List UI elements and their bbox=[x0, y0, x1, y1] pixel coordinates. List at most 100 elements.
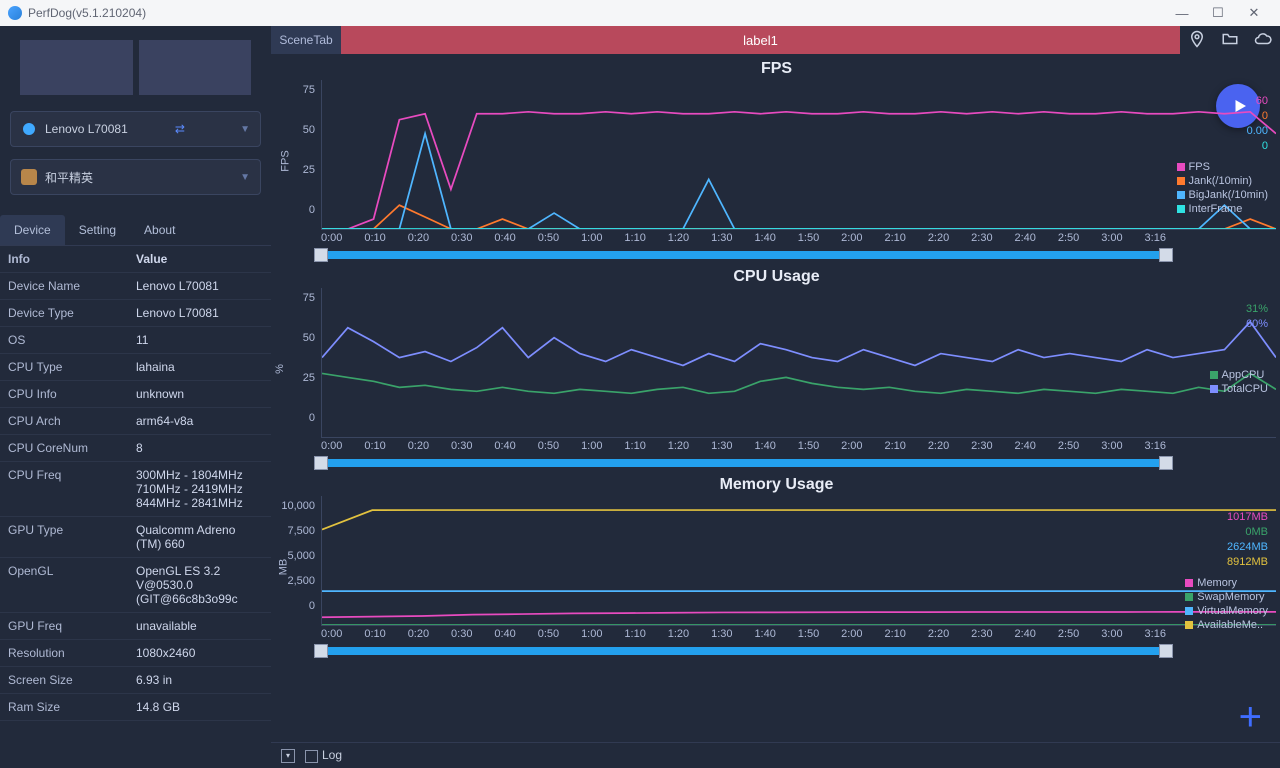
info-value: 8 bbox=[136, 441, 263, 455]
info-key: Device Type bbox=[8, 306, 136, 320]
info-value: Qualcomm Adreno (TM) 660 bbox=[136, 523, 263, 551]
table-row: CPU Typelahaina bbox=[0, 354, 271, 381]
folder-icon[interactable] bbox=[1221, 30, 1239, 51]
info-value: 6.93 in bbox=[136, 673, 263, 687]
cloud-icon[interactable] bbox=[1254, 30, 1272, 51]
chart-legend: MemorySwapMemoryVirtualMemoryAvailableMe… bbox=[1185, 576, 1268, 632]
slider-handle-left[interactable] bbox=[314, 644, 328, 658]
table-row: GPU Frequnavailable bbox=[0, 613, 271, 640]
table-row: CPU Archarm64-v8a bbox=[0, 408, 271, 435]
time-range-slider[interactable] bbox=[321, 456, 1166, 470]
info-value: 300MHz - 1804MHz 710MHz - 2419MHz 844MHz… bbox=[136, 468, 263, 510]
info-key: CPU Info bbox=[8, 387, 136, 401]
slider-handle-right[interactable] bbox=[1159, 248, 1173, 262]
footer-bar: ▾ Log bbox=[271, 742, 1280, 768]
info-key: OS bbox=[8, 333, 136, 347]
plot-area[interactable] bbox=[321, 80, 1276, 230]
main-tabbar: SceneTab label1 bbox=[271, 26, 1280, 54]
table-row: Device TypeLenovo L70081 bbox=[0, 300, 271, 327]
app-logo-icon bbox=[8, 6, 22, 20]
y-axis-label: FPS bbox=[280, 150, 292, 171]
add-chart-button[interactable]: + bbox=[1239, 695, 1262, 740]
chart-current-values: 1017MB0MB2624MB8912MB bbox=[1227, 510, 1268, 570]
device-dropdown-label: Lenovo L70081 bbox=[45, 122, 128, 136]
info-key: Screen Size bbox=[8, 673, 136, 687]
slider-handle-left[interactable] bbox=[314, 456, 328, 470]
x-axis-ticks: 0:000:100:200:300:400:501:001:101:201:30… bbox=[277, 230, 1276, 248]
tab-setting[interactable]: Setting bbox=[65, 215, 130, 245]
table-row: Resolution1080x2460 bbox=[0, 640, 271, 667]
tab-device[interactable]: Device bbox=[0, 215, 65, 245]
device-info-table[interactable]: Info Value Device NameLenovo L70081Devic… bbox=[0, 246, 271, 768]
plot-area[interactable] bbox=[321, 496, 1276, 626]
chart-legend: FPSJank(/10min)BigJank(/10min)InterFrame bbox=[1177, 160, 1268, 216]
table-row: OpenGLOpenGL ES 3.2 V@0530.0 (GIT@66c8b3… bbox=[0, 558, 271, 613]
footer-menu-icon[interactable]: ▾ bbox=[281, 749, 295, 763]
info-key: CPU Freq bbox=[8, 468, 136, 510]
table-row: CPU CoreNum8 bbox=[0, 435, 271, 462]
table-header: Info Value bbox=[0, 246, 271, 273]
slider-handle-right[interactable] bbox=[1159, 644, 1173, 658]
chevron-down-icon: ▼ bbox=[240, 172, 250, 183]
wifi-icon: ⇄ bbox=[175, 122, 185, 136]
info-key: OpenGL bbox=[8, 564, 136, 606]
chart-memory-usage: Memory Usage MB 10,0007,5005,0002,5000 1… bbox=[277, 476, 1276, 658]
location-icon[interactable] bbox=[1188, 30, 1206, 51]
tab-about[interactable]: About bbox=[130, 215, 189, 245]
info-value: 11 bbox=[136, 333, 263, 347]
close-button[interactable]: ✕ bbox=[1236, 5, 1272, 21]
info-value: Lenovo L70081 bbox=[136, 279, 263, 293]
sidebar-thumb-header bbox=[20, 40, 251, 95]
chart-title: Memory Usage bbox=[277, 476, 1276, 494]
main-panel: SceneTab label1 FPS FPS 7550250 6000.000… bbox=[271, 26, 1280, 768]
chart-current-values: 31%60% bbox=[1246, 302, 1268, 332]
table-row: GPU TypeQualcomm Adreno (TM) 660 bbox=[0, 517, 271, 558]
minimize-button[interactable]: — bbox=[1164, 6, 1200, 21]
y-axis-label: MB bbox=[277, 559, 289, 576]
chart-title: FPS bbox=[277, 60, 1276, 78]
scene-tab[interactable]: SceneTab bbox=[271, 26, 341, 54]
info-value: unknown bbox=[136, 387, 263, 401]
label-bar[interactable]: label1 bbox=[341, 26, 1180, 54]
chevron-down-icon: ▼ bbox=[240, 124, 250, 135]
slider-handle-left[interactable] bbox=[314, 248, 328, 262]
info-key: Resolution bbox=[8, 646, 136, 660]
info-value: lahaina bbox=[136, 360, 263, 374]
table-row: Device NameLenovo L70081 bbox=[0, 273, 271, 300]
sidebar: Lenovo L70081 ⇄ ▼ 和平精英 ▼ Device Setting … bbox=[0, 26, 271, 768]
chart-cpu-usage: CPU Usage % 7550250 31%60% AppCPUTotalCP… bbox=[277, 268, 1276, 470]
info-value: Lenovo L70081 bbox=[136, 306, 263, 320]
info-key: CPU CoreNum bbox=[8, 441, 136, 455]
info-value: 14.8 GB bbox=[136, 700, 263, 714]
time-range-slider[interactable] bbox=[321, 248, 1166, 262]
info-key: Device Name bbox=[8, 279, 136, 293]
window-title: PerfDog(v5.1.210204) bbox=[28, 6, 146, 20]
info-key: GPU Type bbox=[8, 523, 136, 551]
app-icon bbox=[21, 169, 37, 185]
app-dropdown[interactable]: 和平精英 ▼ bbox=[10, 159, 261, 195]
chart-fps: FPS FPS 7550250 6000.000 FPSJank(/10min)… bbox=[277, 60, 1276, 262]
x-axis-ticks: 0:000:100:200:300:400:501:001:101:201:30… bbox=[277, 626, 1276, 644]
slider-handle-right[interactable] bbox=[1159, 456, 1173, 470]
x-axis-ticks: 0:000:100:200:300:400:501:001:101:201:30… bbox=[277, 438, 1276, 456]
table-row: CPU Infounknown bbox=[0, 381, 271, 408]
maximize-button[interactable]: ☐ bbox=[1200, 5, 1236, 21]
info-value: unavailable bbox=[136, 619, 263, 633]
info-key: GPU Freq bbox=[8, 619, 136, 633]
titlebar: PerfDog(v5.1.210204) — ☐ ✕ bbox=[0, 0, 1280, 26]
table-row: CPU Freq300MHz - 1804MHz 710MHz - 2419MH… bbox=[0, 462, 271, 517]
y-axis-label: % bbox=[274, 364, 286, 374]
device-dropdown[interactable]: Lenovo L70081 ⇄ ▼ bbox=[10, 111, 261, 147]
sidebar-tabs: Device Setting About bbox=[0, 215, 271, 246]
table-row: Screen Size6.93 in bbox=[0, 667, 271, 694]
log-checkbox[interactable]: Log bbox=[305, 748, 342, 762]
info-key: Ram Size bbox=[8, 700, 136, 714]
info-value: OpenGL ES 3.2 V@0530.0 (GIT@66c8b3o99c bbox=[136, 564, 263, 606]
info-value: arm64-v8a bbox=[136, 414, 263, 428]
time-range-slider[interactable] bbox=[321, 644, 1166, 658]
plot-area[interactable] bbox=[321, 288, 1276, 438]
chart-title: CPU Usage bbox=[277, 268, 1276, 286]
table-row: OS11 bbox=[0, 327, 271, 354]
info-key: CPU Arch bbox=[8, 414, 136, 428]
chart-legend: AppCPUTotalCPU bbox=[1210, 368, 1268, 396]
